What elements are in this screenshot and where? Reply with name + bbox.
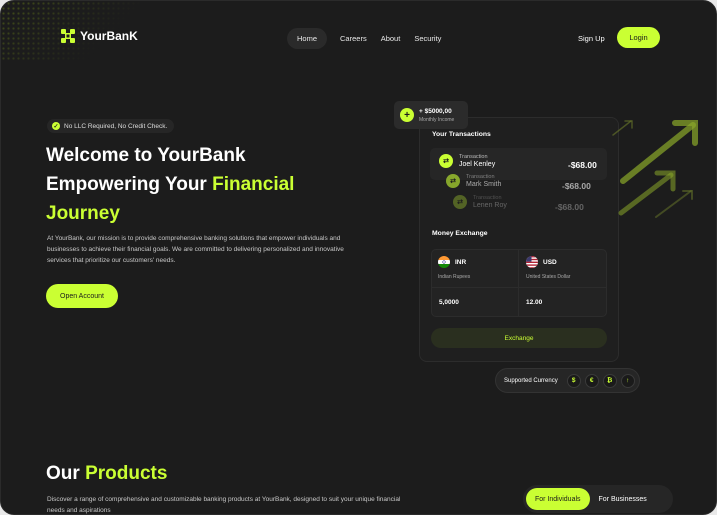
main-nav: Home Careers About Security (287, 28, 446, 49)
open-account-button[interactable]: Open Account (46, 284, 118, 308)
euro-icon[interactable]: € (584, 373, 599, 388)
products-title-prefix: Our (46, 463, 86, 484)
hero-title-line3: Journey (46, 203, 120, 224)
transaction-row[interactable]: ⇄ Transaction Mark Smith (446, 174, 501, 188)
transaction-name: Mark Smith (466, 181, 502, 188)
products-description: Discover a range of comprehensive and cu… (47, 496, 401, 514)
currency-to-code: USD (543, 258, 557, 266)
page-frame: YourBanK Home Careers About Security Sig… (0, 0, 717, 515)
hero-title-highlight: Financial (212, 174, 295, 195)
brand-logo[interactable]: YourBanK (61, 29, 138, 43)
nav-careers[interactable]: Careers (335, 28, 372, 49)
bitcoin-icon[interactable]: ₿ (602, 373, 617, 388)
income-label: Monthly Income (419, 116, 455, 123)
nav-about[interactable]: About (376, 28, 406, 49)
nav-home[interactable]: Home (287, 28, 328, 49)
arrow-up-icon[interactable]: ↑ (620, 373, 635, 388)
transaction-amount: -$68.00 (562, 181, 591, 191)
dollar-icon[interactable]: $ (566, 373, 581, 388)
transaction-name: Lenen Roy (473, 202, 507, 209)
transaction-amount: -$68.00 (555, 202, 584, 212)
currency-from-amount[interactable]: 5,0000 (439, 299, 459, 306)
badge-text: No LLC Required, No Credit Check. (64, 122, 168, 130)
plus-icon: + (400, 108, 414, 122)
transfer-icon: ⇄ (446, 174, 460, 188)
monthly-income-card: + + $5000,00 Monthly Income (394, 101, 468, 129)
tab-businesses[interactable]: For Businesses (590, 488, 656, 510)
transaction-row[interactable]: ⇄ Transaction Joel Kenley (439, 154, 495, 168)
audience-toggle: For Individuals For Businesses (523, 485, 673, 513)
exchange-divider (518, 249, 519, 317)
hero-description: At YourBank, our mission is to provide c… (47, 235, 344, 264)
transaction-row[interactable]: ⇄ Transaction Lenen Roy (453, 195, 507, 209)
tab-individuals[interactable]: For Individuals (526, 488, 590, 510)
currency-to-amount[interactable]: 12.00 (526, 299, 542, 306)
currency-from-code: INR (455, 258, 467, 266)
hero-title-line1: Welcome to YourBank (46, 145, 246, 166)
check-icon: ✓ (52, 122, 60, 130)
transfer-icon: ⇄ (453, 195, 467, 209)
growth-arrows-icon (612, 120, 698, 218)
transactions-title: Your Transactions (432, 131, 491, 138)
supported-currency-bar: Supported Currency $ € ₿ ↑ (495, 368, 640, 393)
transaction-label: Transaction (473, 195, 502, 201)
india-flag-icon (438, 256, 450, 268)
logo-icon (61, 29, 75, 43)
supported-currency-label: Supported Currency (504, 377, 558, 384)
transaction-label: Transaction (466, 174, 495, 180)
signup-link[interactable]: Sign Up (578, 34, 605, 43)
income-amount: + $5000,00 (419, 107, 452, 115)
login-button[interactable]: Login (617, 27, 660, 48)
hero-badge: ✓ No LLC Required, No Credit Check. (47, 119, 175, 133)
exchange-title: Money Exchange (432, 230, 488, 237)
exchange-button[interactable]: Exchange (431, 328, 607, 348)
nav-security[interactable]: Security (409, 28, 446, 49)
products-title-highlight: Products (85, 463, 168, 484)
usa-flag-icon (526, 256, 538, 268)
products-title: Our Products (46, 463, 167, 485)
currency-from-select[interactable]: INR (438, 256, 466, 268)
brand-name: YourBanK (80, 29, 138, 43)
currency-to-select[interactable]: USD (526, 256, 557, 268)
currency-from-name: Indian Rupees (438, 274, 471, 280)
currency-to-name: United States Dollar (526, 274, 571, 280)
transaction-amount: -$68.00 (568, 160, 597, 170)
transaction-label: Transaction (459, 154, 488, 160)
hero-title-line2-prefix: Empowering Your (46, 174, 213, 195)
transfer-icon: ⇄ (439, 154, 453, 168)
transaction-name: Joel Kenley (459, 161, 496, 168)
exchange-divider (431, 287, 607, 288)
hero-title-line2: Empowering Your Financial (46, 174, 294, 196)
